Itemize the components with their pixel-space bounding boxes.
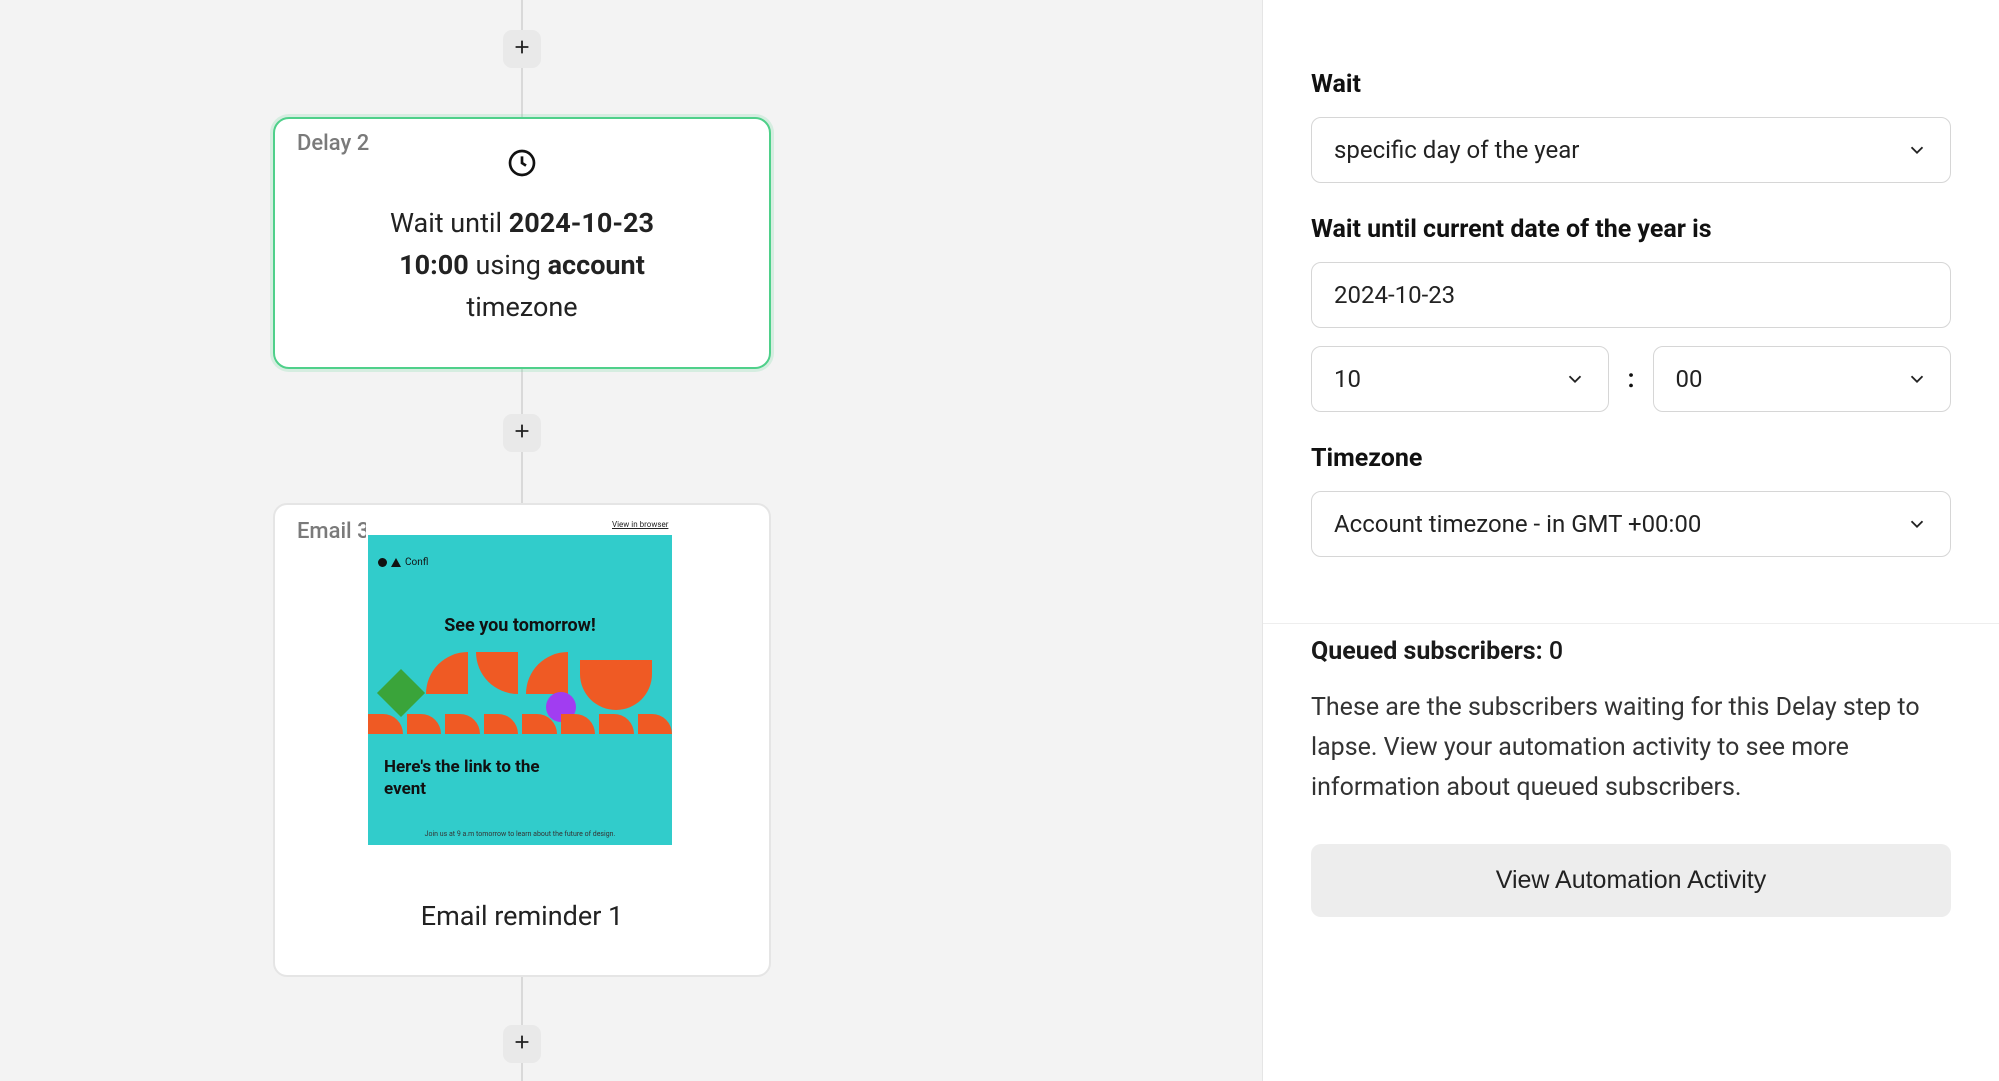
automation-canvas[interactable]: Delay 2 Wait until 2024-10-23 10:00 usin… [0,0,1262,1081]
orange-shape-icon [426,652,468,694]
preview-graphic [368,652,672,734]
email-card-title: Email reminder 1 [273,900,771,932]
panel-divider [1263,623,1999,624]
orange-shape-icon [526,652,568,694]
queued-count: 0 [1549,637,1563,666]
email-card-tag: Email 3 [297,519,370,544]
add-step-button-1[interactable] [503,30,541,68]
timezone-label: Timezone [1311,444,1951,473]
orange-bar-icon [368,714,672,734]
hour-select[interactable]: 10 [1311,346,1609,412]
timezone-value: Account timezone - in GMT +00:00 [1334,510,1701,538]
step-settings-panel: Wait specific day of the year Wait until… [1262,0,1999,1081]
brand-triangle-icon [391,558,401,567]
view-in-browser-link: View in browser [612,520,668,529]
minute-select[interactable]: 00 [1653,346,1951,412]
queued-label: Queued subscribers: [1311,637,1549,666]
wait-type-value: specific day of the year [1334,136,1579,164]
queued-title: Queued subscribers: 0 [1311,637,1951,666]
delay-step-card[interactable]: Delay 2 Wait until 2024-10-23 10:00 usin… [273,117,771,369]
timezone-select[interactable]: Account timezone - in GMT +00:00 [1311,491,1951,557]
hour-value: 10 [1334,365,1361,393]
preview-brand-name: Confl [405,557,428,568]
plus-icon [511,1031,533,1057]
plus-icon [511,420,533,446]
plus-icon [511,36,533,62]
preview-body-text: Here's the link to the event [384,756,584,800]
preview-footnote: Join us at 9 a.m tomorrow to learn about… [368,830,672,838]
delay-using: using [469,249,548,281]
add-step-button-2[interactable] [503,414,541,452]
chevron-down-icon [1906,513,1928,535]
add-step-button-3[interactable] [503,1025,541,1063]
delay-account: account [548,249,645,281]
clock-icon [506,147,538,179]
delay-date: 2024-10-23 [509,207,654,239]
chevron-down-icon [1906,139,1928,161]
chevron-down-icon [1564,368,1586,390]
minute-value: 00 [1676,365,1703,393]
delay-time: 10:00 [399,249,469,281]
time-colon: : [1627,364,1634,394]
preview-headline: See you tomorrow! [368,615,672,636]
queued-section: Queued subscribers: 0 These are the subs… [1311,637,1951,917]
delay-timezone-word: timezone [466,291,577,323]
wait-until-label: Wait until current date of the year is [1311,215,1951,244]
diamond-shape-icon [377,669,425,717]
orange-shape-icon [580,660,652,710]
view-automation-activity-button[interactable]: View Automation Activity [1311,844,1951,917]
time-row: 10 : 00 [1311,346,1951,412]
wait-label: Wait [1311,70,1951,99]
date-input-value: 2024-10-23 [1334,281,1455,309]
orange-shape-icon [476,652,518,694]
brand-dot-icon [378,558,387,567]
date-input[interactable]: 2024-10-23 [1311,262,1951,328]
wait-type-select[interactable]: specific day of the year [1311,117,1951,183]
queued-description: These are the subscribers waiting for th… [1311,688,1951,808]
delay-wait-until-prefix: Wait until [390,207,509,239]
preview-brand: Confl [378,557,428,568]
delay-card-text: Wait until 2024-10-23 10:00 using accoun… [307,203,737,329]
delay-card-tag: Delay 2 [297,131,369,156]
chevron-down-icon [1906,368,1928,390]
